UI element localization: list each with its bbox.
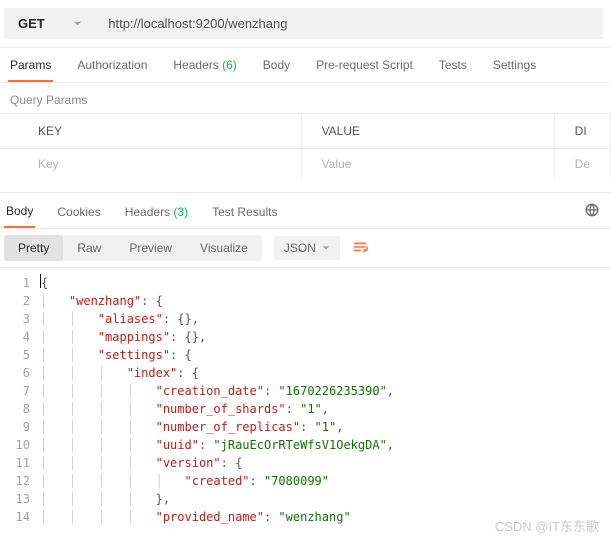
view-pretty[interactable]: Pretty [4, 235, 63, 261]
response-tabs: Body Cookies Headers (3) Test Results [0, 193, 611, 229]
wrap-lines-icon[interactable] [352, 240, 368, 257]
language-label: JSON [284, 241, 316, 255]
tab-tests[interactable]: Tests [437, 58, 469, 82]
network-icon[interactable] [585, 203, 603, 228]
request-bar: GET [0, 0, 611, 48]
tab-pre-request-script[interactable]: Pre-request Script [314, 58, 415, 82]
tab-params[interactable]: Params [8, 58, 53, 82]
view-raw[interactable]: Raw [63, 235, 115, 261]
watermark: CSDN @IT东东歌 [495, 516, 599, 535]
code-line: │ │ │ "index": { [40, 364, 611, 382]
code-line: │ │ │ │ "version": { [40, 454, 611, 472]
code-line: │ │ │ │ "creation_date": "1670226235390"… [40, 382, 611, 400]
method-select[interactable]: GET [4, 8, 96, 39]
col-value: VALUE [301, 114, 554, 149]
desc-input[interactable]: De [554, 149, 610, 180]
view-mode-group: PrettyRawPreviewVisualize [4, 235, 262, 261]
url-input[interactable] [96, 8, 603, 39]
value-input[interactable]: Value [301, 149, 554, 180]
tab-authorization[interactable]: Authorization [75, 58, 149, 82]
resp-tab-headers[interactable]: Headers (3) [123, 205, 190, 227]
tab-settings[interactable]: Settings [491, 58, 538, 82]
resp-tab-cookies[interactable]: Cookies [55, 205, 102, 227]
col-desc: DI [554, 114, 610, 149]
query-params-title: Query Params [0, 83, 611, 113]
view-preview[interactable]: Preview [115, 235, 186, 261]
chevron-down-icon [322, 241, 330, 255]
tab-body[interactable]: Body [261, 58, 292, 82]
view-bar: PrettyRawPreviewVisualize JSON [0, 229, 611, 268]
chevron-down-icon [73, 16, 82, 31]
col-key: KEY [0, 114, 301, 149]
code-line: │ "wenzhang": { [40, 292, 611, 310]
code-line: │ │ "settings": { [40, 346, 611, 364]
key-input[interactable]: Key [0, 149, 301, 180]
code-line: │ │ "aliases": {}, [40, 310, 611, 328]
query-params-table: KEY VALUE DI Key Value De [0, 113, 611, 179]
view-visualize[interactable]: Visualize [186, 235, 262, 261]
tab-headers[interactable]: Headers (6) [171, 58, 238, 82]
code-line: │ │ │ │ "number_of_replicas": "1", [40, 418, 611, 436]
code-line: │ │ │ │ │ "created": "7080099" [40, 472, 611, 490]
response-body[interactable]: 1234567891011121314 {│ "wenzhang": {│ │ … [0, 268, 611, 526]
code-line: │ │ │ │ }, [40, 490, 611, 508]
code-line: │ │ "mappings": {}, [40, 328, 611, 346]
method-label: GET [18, 16, 45, 31]
request-tabs: Params Authorization Headers (6) Body Pre-re… [0, 48, 611, 83]
resp-tab-test-results[interactable]: Test Results [210, 205, 279, 227]
code-line: │ │ │ │ "number_of_shards": "1", [40, 400, 611, 418]
code-line: │ │ │ │ "uuid": "jRauEcOrRTeWfsV1OekgDA"… [40, 436, 611, 454]
language-select[interactable]: JSON [274, 236, 340, 260]
resp-tab-body[interactable]: Body [4, 204, 35, 228]
code-line: { [40, 274, 611, 292]
